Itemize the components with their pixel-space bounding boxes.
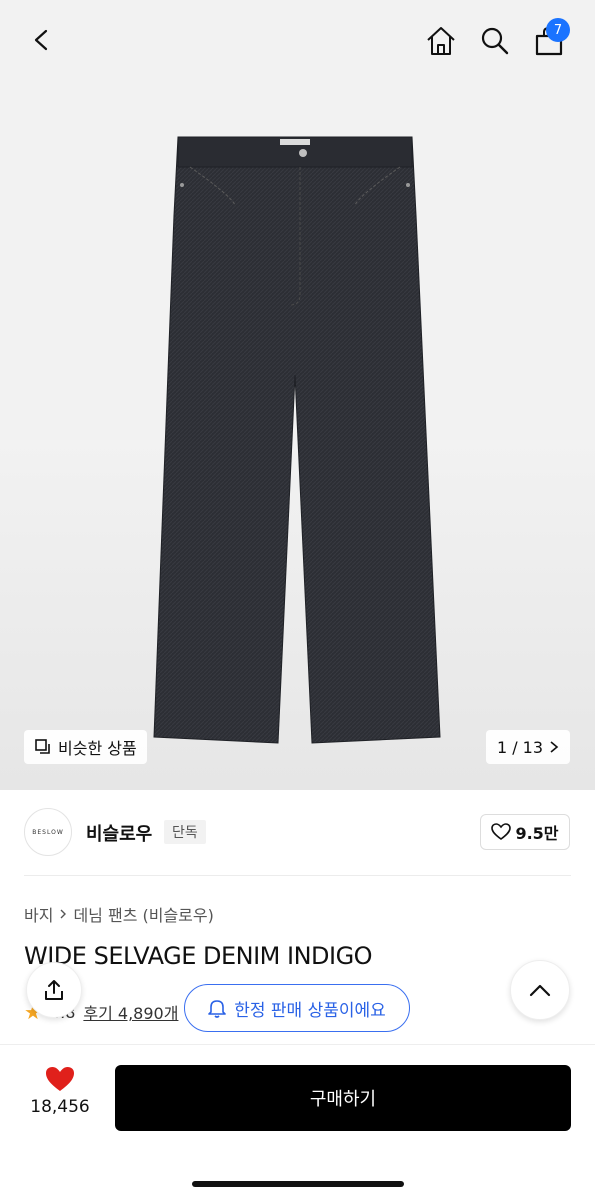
copy-icon bbox=[35, 739, 50, 754]
home-indicator bbox=[192, 1181, 404, 1187]
brand-logo-text: BESLOW bbox=[32, 828, 64, 836]
search-icon bbox=[481, 27, 509, 55]
brand-name[interactable]: 비슬로우 bbox=[86, 820, 152, 846]
reviews-link[interactable]: 후기 4,890개 bbox=[83, 1000, 178, 1024]
limited-sale-notice[interactable]: 한정 판매 상품이에요 bbox=[184, 984, 410, 1032]
exclusive-badge: 단독 bbox=[164, 820, 206, 844]
divider bbox=[24, 875, 571, 876]
buy-button[interactable]: 구매하기 bbox=[115, 1065, 571, 1131]
brand-like-button[interactable]: 9.5만 bbox=[480, 814, 570, 850]
heart-filled-icon bbox=[46, 1067, 74, 1091]
product-title: WIDE SELVAGE DENIM INDIGO bbox=[24, 942, 373, 970]
home-icon bbox=[427, 27, 455, 55]
share-button[interactable] bbox=[26, 962, 82, 1018]
image-counter-text: 1 / 13 bbox=[496, 737, 544, 757]
wishlist-count: 18,456 bbox=[30, 1097, 90, 1117]
bell-icon bbox=[208, 1000, 227, 1018]
breadcrumb-category[interactable]: 바지 bbox=[24, 902, 53, 926]
bottom-action-bar: 18,456 구매하기 bbox=[0, 1044, 595, 1200]
similar-products-button[interactable]: 비슷한 상품 bbox=[24, 730, 147, 764]
brand-row: BESLOW 비슬로우 단독 9.5만 bbox=[0, 790, 595, 876]
share-icon bbox=[45, 980, 63, 1000]
search-button[interactable] bbox=[474, 20, 516, 62]
limited-sale-label: 한정 판매 상품이에요 bbox=[234, 1000, 386, 1021]
similar-products-label: 비슷한 상품 bbox=[58, 739, 137, 758]
brand-logo[interactable]: BESLOW bbox=[24, 808, 72, 856]
home-button[interactable] bbox=[420, 20, 462, 62]
chevron-right-icon bbox=[550, 741, 559, 753]
chevron-up-icon bbox=[529, 984, 551, 997]
scroll-to-top-button[interactable] bbox=[510, 960, 570, 1020]
cart-count-badge: 7 bbox=[546, 18, 570, 42]
wishlist-button[interactable]: 18,456 bbox=[20, 1065, 100, 1135]
product-image[interactable] bbox=[140, 125, 450, 750]
product-gallery[interactable]: 7 비슷한 상품 1 / 13 bbox=[0, 0, 595, 790]
brand-like-count: 9.5만 bbox=[515, 824, 559, 843]
breadcrumb: 바지 데님 팬츠 (비슬로우) bbox=[24, 902, 214, 926]
chevron-right-icon bbox=[60, 909, 67, 919]
image-counter[interactable]: 1 / 13 bbox=[486, 730, 570, 764]
breadcrumb-subcategory[interactable]: 데님 팬츠 (비슬로우) bbox=[73, 902, 213, 926]
top-navigation-bar: 7 bbox=[0, 0, 595, 80]
chevron-left-icon bbox=[34, 29, 48, 51]
back-button[interactable] bbox=[22, 20, 62, 60]
heart-outline-icon bbox=[491, 823, 512, 840]
